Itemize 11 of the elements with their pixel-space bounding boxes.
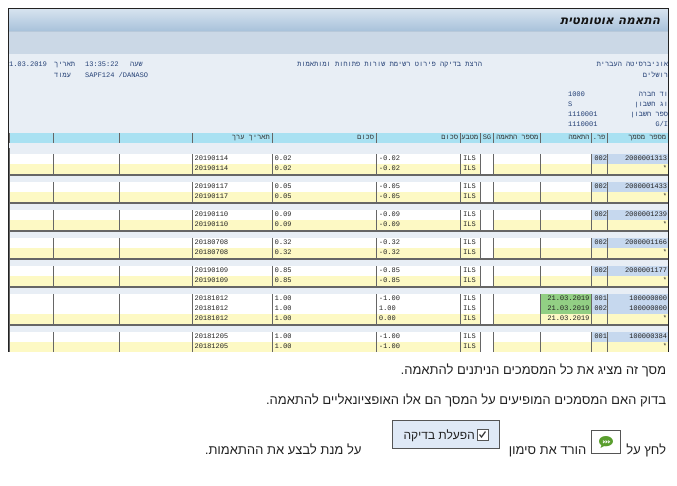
speech-bubble-icon	[598, 435, 614, 449]
execute-button[interactable]	[591, 430, 622, 454]
window-title: התאמה אוטומטית	[560, 13, 660, 27]
run-check-button[interactable]: הפעלת בדיקה	[392, 420, 500, 449]
instruction-text: הורד את סימון	[508, 442, 586, 457]
item-cell	[592, 342, 608, 352]
instruction-text: לחץ על	[626, 442, 666, 457]
instruction-text: בדוק האם המסמכים המופיעים על המסך הם אלו האופציונאליים להתאמה.	[264, 391, 666, 409]
checkbox[interactable]	[476, 428, 489, 440]
instruction-text: על מנת לבצע את ההתאמות.	[204, 442, 362, 457]
instruction-text: מסך זה מציג את כל המסמכים הניתנים להתאמה.	[400, 361, 666, 379]
